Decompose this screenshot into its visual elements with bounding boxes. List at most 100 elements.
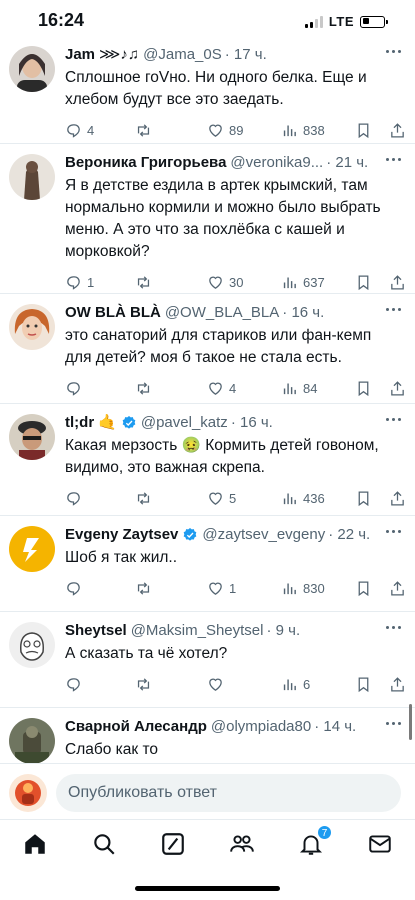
nav-grok[interactable] (160, 831, 186, 857)
views-icon (283, 277, 296, 289)
tweet-text: Слабо как то (65, 741, 159, 758)
bookmark-button[interactable] (355, 490, 372, 507)
author-name[interactable]: Сварной Алесандр (65, 716, 207, 738)
tweet[interactable]: Вероника Григорьева @veronika9... · 21 ч… (0, 144, 415, 294)
like-button[interactable]: 1 (207, 580, 236, 597)
author-handle[interactable]: @pavel_katz (141, 412, 228, 434)
nav-notifications[interactable]: 7 (298, 825, 332, 857)
tweet-time[interactable]: · 21 ч. (326, 152, 368, 174)
retweet-icon (137, 382, 150, 395)
retweet-button[interactable] (135, 122, 157, 139)
more-icon[interactable] (386, 308, 401, 311)
tweet-text: А сказать та чё хотел? (65, 645, 228, 662)
bookmark-button[interactable] (355, 274, 372, 291)
views-button[interactable]: 637 (281, 274, 325, 291)
avatar[interactable] (9, 622, 55, 668)
views-button[interactable]: 84 (281, 380, 317, 397)
nav-messages[interactable] (367, 831, 393, 857)
share-button[interactable] (389, 274, 406, 291)
more-icon[interactable] (386, 50, 401, 53)
tweet-time[interactable]: · 17 ч. (225, 44, 267, 66)
author-name[interactable]: Sheytsel (65, 620, 127, 642)
bookmark-icon (358, 677, 369, 693)
like-button[interactable]: 89 (207, 122, 243, 139)
author-name[interactable]: Evgeny Zaytsev (65, 524, 178, 546)
bookmark-icon (358, 581, 369, 597)
like-button[interactable]: 5 (207, 490, 236, 507)
avatar[interactable] (9, 46, 55, 92)
more-icon[interactable] (386, 158, 401, 161)
author-handle[interactable]: @Maksim_Sheytsel (131, 620, 264, 642)
tweet[interactable]: tl;dr 🤙 @pavel_katz · 16 ч. Какая мерзос… (0, 404, 415, 516)
like-button[interactable]: 4 (207, 380, 236, 397)
retweet-button[interactable] (135, 274, 157, 291)
more-icon[interactable] (386, 626, 401, 629)
more-icon[interactable] (386, 530, 401, 533)
author-handle[interactable]: @olympiada80 (211, 716, 311, 738)
author-name[interactable]: tl;dr (65, 412, 94, 434)
view-count: 838 (303, 123, 325, 138)
share-button[interactable] (389, 580, 406, 597)
avatar[interactable] (9, 154, 55, 200)
author-handle[interactable]: @veronika9... (230, 152, 323, 174)
like-button[interactable] (207, 676, 229, 693)
views-button[interactable]: 6 (281, 676, 310, 693)
scrollbar[interactable] (409, 704, 412, 740)
avatar[interactable] (9, 526, 55, 572)
retweet-button[interactable] (135, 490, 157, 507)
share-button[interactable] (389, 490, 406, 507)
reply-button[interactable]: 4 (65, 122, 94, 139)
author-name[interactable]: OW BLÀ BLÀ (65, 302, 161, 324)
like-button[interactable]: 30 (207, 274, 243, 291)
share-button[interactable] (389, 676, 406, 693)
avatar[interactable] (9, 414, 55, 460)
author-handle[interactable]: @zaytsev_evgeny (202, 524, 325, 546)
views-button[interactable]: 838 (281, 122, 325, 139)
reply-button[interactable] (65, 380, 87, 397)
reply-icon (67, 124, 80, 138)
tweet-actions: 4 84 (65, 369, 404, 407)
author-handle[interactable]: @Jama_0S (143, 44, 222, 66)
tweet[interactable]: Jam ⋙♪♫ @Jama_0S · 17 ч. Сплошное гоVно.… (0, 36, 415, 144)
reply-button[interactable] (65, 676, 87, 693)
author-handle[interactable]: @OW_BLA_BLA (165, 302, 279, 324)
bookmark-button[interactable] (355, 676, 372, 693)
retweet-button[interactable] (135, 580, 157, 597)
tweet[interactable]: Sheytsel @Maksim_Sheytsel · 9 ч. А сказа… (0, 612, 415, 708)
author-name[interactable]: Jam (65, 44, 95, 66)
tweet-time[interactable]: · 9 ч. (266, 620, 300, 642)
views-icon (283, 125, 296, 137)
nav-home[interactable] (22, 831, 48, 857)
nav-communities[interactable] (229, 831, 255, 857)
reply-button[interactable] (65, 490, 87, 507)
bookmark-button[interactable] (355, 122, 372, 139)
retweet-button[interactable] (135, 676, 157, 693)
more-icon[interactable] (386, 418, 401, 421)
bookmark-button[interactable] (355, 580, 372, 597)
views-button[interactable]: 436 (281, 490, 325, 507)
tweet-time[interactable]: · 16 ч. (282, 302, 324, 324)
avatar[interactable] (9, 304, 55, 350)
user-avatar[interactable] (9, 774, 47, 812)
reply-button[interactable] (65, 580, 87, 597)
reply-button[interactable]: 1 (65, 274, 94, 291)
retweet-button[interactable] (135, 380, 157, 397)
tweet-actions: 6 (65, 665, 404, 703)
tweet-time[interactable]: · 16 ч. (231, 412, 273, 434)
share-button[interactable] (389, 122, 406, 139)
share-button[interactable] (389, 380, 406, 397)
tweet-time[interactable]: · 22 ч. (328, 524, 370, 546)
more-icon[interactable] (386, 722, 401, 725)
views-button[interactable]: 830 (281, 580, 325, 597)
tweet[interactable]: Evgeny Zaytsev @zaytsev_evgeny · 22 ч. Ш… (0, 516, 415, 612)
tweet-header: tl;dr 🤙 @pavel_katz · 16 ч. (65, 404, 401, 434)
tweet-time[interactable]: · 14 ч. (314, 716, 356, 738)
bookmark-button[interactable] (355, 380, 372, 397)
nav-search[interactable] (91, 831, 117, 857)
avatar[interactable] (9, 718, 55, 764)
author-name[interactable]: Вероника Григорьева (65, 152, 226, 174)
retweet-icon (137, 124, 150, 137)
reply-input[interactable]: Опубликовать ответ (56, 774, 401, 812)
tweet[interactable]: OW BLÀ BLÀ @OW_BLA_BLA · 16 ч. это санат… (0, 294, 415, 404)
views-icon (283, 493, 296, 505)
